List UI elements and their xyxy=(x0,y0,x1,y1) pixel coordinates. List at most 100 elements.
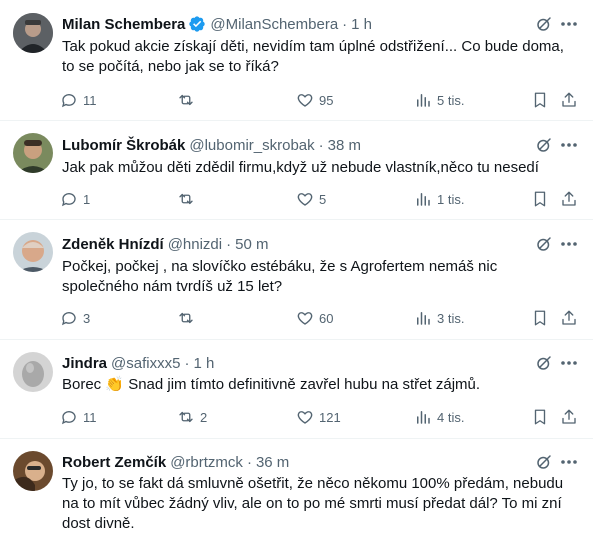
author-handle[interactable]: @MilanSchembera xyxy=(210,16,338,33)
avatar[interactable] xyxy=(13,13,53,53)
views-button[interactable]: 1 tis. xyxy=(414,188,464,210)
like-count: 95 xyxy=(319,92,334,108)
bookmark-button[interactable] xyxy=(531,89,549,111)
reply-button[interactable]: 11 xyxy=(60,89,97,111)
like-count: 60 xyxy=(319,310,334,326)
bookmark-icon xyxy=(534,310,546,326)
retweet-icon xyxy=(179,411,193,423)
tweet-header: Jindra @safixxx5 · 1 h xyxy=(62,353,593,373)
author-name[interactable]: Lubomír Škrobák xyxy=(62,137,185,154)
reply-button[interactable]: 1 xyxy=(60,188,90,210)
author-handle[interactable]: @safixxx5 xyxy=(111,355,180,372)
tweet-text-line: Borec 👏 Snad jim tímto definitivně zavře… xyxy=(62,376,481,393)
like-button[interactable]: 5 xyxy=(296,188,326,210)
bookmark-icon xyxy=(534,409,546,425)
action-bar: 11 2 121 4 tis. xyxy=(60,406,585,428)
tweet-text: Počkej, počkej , na slovíčko estébáku, ž… xyxy=(62,257,582,297)
avatar-photo-icon xyxy=(13,451,53,491)
avatar[interactable] xyxy=(13,133,53,173)
author-name[interactable]: Jindra xyxy=(62,355,107,372)
reply-button[interactable]: 11 xyxy=(60,406,97,428)
avatar[interactable] xyxy=(13,352,53,392)
avatar-photo-icon xyxy=(13,133,53,173)
tweet-text-line: na to mít vůbec žádný vliv, ale on to po… xyxy=(62,495,562,512)
grok-icon[interactable] xyxy=(535,15,553,33)
grok-icon[interactable] xyxy=(535,453,553,471)
retweet-button[interactable] xyxy=(177,188,200,210)
tweet-robert-zemcik[interactable]: Robert Zemčík @rbrtzmck · 36 m Ty jo, to… xyxy=(0,439,593,534)
view-count: 4 tis. xyxy=(437,409,465,425)
view-count: 5 tis. xyxy=(437,92,465,108)
like-icon xyxy=(297,312,313,325)
reply-count: 11 xyxy=(83,92,97,108)
bookmark-icon xyxy=(534,92,546,108)
reply-icon xyxy=(61,94,76,108)
reply-button[interactable]: 3 xyxy=(60,307,90,329)
views-icon xyxy=(417,312,430,325)
reply-count: 1 xyxy=(83,191,91,207)
view-count: 3 tis. xyxy=(437,310,465,326)
like-button[interactable]: 95 xyxy=(296,89,333,111)
timestamp[interactable]: 1 h xyxy=(193,355,214,372)
more-icon[interactable] xyxy=(559,354,579,372)
reply-count: 3 xyxy=(83,310,91,326)
views-icon xyxy=(417,193,430,206)
like-button[interactable]: 60 xyxy=(296,307,333,329)
tweet-text-line: Počkej, počkej , na slovíčko estébáku, ž… xyxy=(62,258,498,275)
bookmark-button[interactable] xyxy=(531,188,549,210)
more-icon[interactable] xyxy=(559,15,579,33)
author-name[interactable]: Milan Schembera xyxy=(62,16,185,33)
retweet-icon xyxy=(179,312,193,324)
tweet-text-line: Ty jo, to se fakt dá smluvně ošetřit, že… xyxy=(62,475,564,492)
retweet-button[interactable] xyxy=(177,89,200,111)
tweet-text: Jak pak můžou děti zdědil firmu,když už … xyxy=(62,158,582,178)
reply-icon xyxy=(61,411,76,425)
tweet-lubomir-skrobak[interactable]: Lubomír Škrobák @lubomir_skrobak · 38 m … xyxy=(0,121,593,220)
views-button[interactable]: 4 tis. xyxy=(414,406,464,428)
more-icon[interactable] xyxy=(559,136,579,154)
tweet-zdenek-hnizdi[interactable]: Zdeněk Hnízdí @hnizdi · 50 m Počkej, poč… xyxy=(0,220,593,340)
author-name[interactable]: Zdeněk Hnízdí xyxy=(62,236,164,253)
views-button[interactable]: 3 tis. xyxy=(414,307,464,329)
retweet-button[interactable]: 2 xyxy=(177,406,207,428)
like-button[interactable]: 121 xyxy=(296,406,341,428)
timestamp[interactable]: 38 m xyxy=(328,137,361,154)
tweet-text-line: Tak pokud akcie získají děti, nevidím ta… xyxy=(62,38,564,55)
tweet-text: Borec 👏 Snad jim tímto definitivně zavře… xyxy=(62,375,582,395)
share-button[interactable] xyxy=(560,89,578,111)
views-button[interactable]: 5 tis. xyxy=(414,89,464,111)
share-button[interactable] xyxy=(560,188,578,210)
author-handle[interactable]: @rbrtzmck xyxy=(170,454,243,471)
grok-icon[interactable] xyxy=(535,354,553,372)
bookmark-icon xyxy=(534,191,546,207)
timestamp[interactable]: 50 m xyxy=(235,236,268,253)
avatar-photo-icon xyxy=(13,13,53,53)
bookmark-button[interactable] xyxy=(531,406,549,428)
author-name[interactable]: Robert Zemčík xyxy=(62,454,166,471)
view-count: 1 tis. xyxy=(437,191,465,207)
more-icon[interactable] xyxy=(559,453,579,471)
tweet-text-line: Jak pak můžou děti zdědil firmu,když už … xyxy=(62,159,539,176)
more-icon[interactable] xyxy=(559,235,579,253)
grok-icon[interactable] xyxy=(535,235,553,253)
retweet-button[interactable] xyxy=(177,307,200,329)
author-handle[interactable]: @hnizdi xyxy=(168,236,222,253)
like-icon xyxy=(297,411,313,424)
timestamp[interactable]: 36 m xyxy=(256,454,289,471)
share-icon xyxy=(562,92,576,107)
separator-dot: · xyxy=(226,235,232,253)
tweet-jindra[interactable]: Jindra @safixxx5 · 1 h Borec 👏 Snad jim … xyxy=(0,340,593,439)
tweet-milan-schembera[interactable]: Milan Schembera @MilanSchembera · 1 h Ta… xyxy=(0,0,593,121)
timestamp[interactable]: 1 h xyxy=(351,16,372,33)
share-button[interactable] xyxy=(560,406,578,428)
share-button[interactable] xyxy=(560,307,578,329)
separator-dot: · xyxy=(184,354,190,372)
grok-icon[interactable] xyxy=(535,136,553,154)
bookmark-button[interactable] xyxy=(531,307,549,329)
avatar[interactable] xyxy=(13,232,53,272)
reply-count: 11 xyxy=(83,409,97,425)
tweet-text-line: dost divně. xyxy=(62,515,135,532)
author-handle[interactable]: @lubomir_skrobak xyxy=(189,137,314,154)
retweet-icon xyxy=(179,193,193,205)
avatar[interactable] xyxy=(13,451,53,491)
